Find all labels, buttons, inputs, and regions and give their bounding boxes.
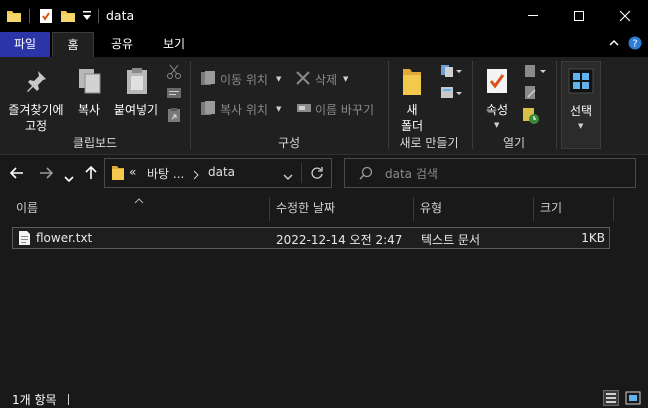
file-size: 1KB bbox=[581, 231, 605, 245]
open-group-label: 열기 bbox=[502, 136, 526, 150]
close-button[interactable] bbox=[602, 0, 648, 32]
pin-icon bbox=[24, 69, 48, 96]
properties-button[interactable]: 속성 ▼ bbox=[476, 61, 518, 131]
status-bar: 1개 항목 bbox=[0, 388, 648, 408]
new-folder-label-2: 폴더 bbox=[400, 119, 424, 133]
minimize-button[interactable] bbox=[510, 0, 556, 32]
tab-home[interactable]: 홈 bbox=[52, 32, 94, 58]
open-icon[interactable] bbox=[524, 64, 546, 81]
rename-icon bbox=[296, 102, 312, 117]
column-name[interactable]: 이름 bbox=[16, 197, 266, 221]
move-to-icon bbox=[200, 70, 216, 89]
tab-share[interactable]: 공유 bbox=[102, 32, 142, 57]
easy-access-icon[interactable] bbox=[440, 86, 462, 103]
history-icon[interactable] bbox=[522, 107, 540, 128]
move-to-label: 이동 위치 bbox=[220, 73, 268, 87]
address-overflow[interactable]: « bbox=[129, 165, 136, 179]
file-name: flower.txt bbox=[36, 231, 93, 245]
collapse-ribbon-icon[interactable] bbox=[608, 37, 620, 52]
paste-icon bbox=[125, 67, 149, 98]
select-grid-icon bbox=[568, 68, 594, 97]
title-bar: data bbox=[0, 0, 648, 32]
copy-to-icon bbox=[200, 100, 216, 119]
file-modified: 2022-12-14 오전 2:47 bbox=[276, 233, 403, 247]
ribbon-tabs: 파일 홈 공유 보기 ? bbox=[0, 32, 648, 58]
text-file-icon bbox=[18, 230, 31, 249]
new-folder-label-1: 새 bbox=[406, 103, 418, 117]
delete-icon bbox=[296, 71, 310, 88]
new-item-icon[interactable] bbox=[440, 64, 462, 81]
breadcrumb-data[interactable]: data bbox=[208, 165, 235, 179]
select-label: 선택 bbox=[569, 104, 593, 118]
paste-label: 붙여넣기 bbox=[113, 103, 159, 117]
pin-label-2: 고정 bbox=[24, 119, 48, 133]
address-bar[interactable]: « 바탕 ... data bbox=[104, 158, 332, 188]
new-folder-icon[interactable] bbox=[60, 8, 76, 27]
edit-icon[interactable] bbox=[524, 85, 538, 104]
delete-button[interactable]: 삭제 ▼ bbox=[294, 69, 356, 89]
cut-icon[interactable] bbox=[166, 64, 182, 83]
details-view-icon[interactable] bbox=[603, 390, 619, 406]
item-count: 1개 항목 bbox=[12, 393, 57, 407]
copy-button[interactable]: 복사 bbox=[72, 61, 106, 119]
file-type: 텍스트 문서 bbox=[421, 233, 481, 247]
customize-toolbar-icon[interactable] bbox=[82, 10, 92, 25]
pin-to-quick-access-button[interactable]: 즐겨찾기에 고정 bbox=[2, 61, 68, 133]
search-box[interactable]: data 검색 bbox=[344, 158, 636, 188]
search-placeholder: data 검색 bbox=[385, 167, 438, 181]
address-dropdown-icon[interactable] bbox=[283, 170, 293, 184]
recent-locations-icon[interactable] bbox=[64, 168, 74, 187]
breadcrumb-separator-icon bbox=[193, 169, 199, 183]
new-group-label: 새로 만들기 bbox=[399, 136, 459, 150]
column-type[interactable]: 유형 bbox=[420, 197, 530, 221]
rename-label: 이름 바꾸기 bbox=[315, 103, 375, 117]
folder-icon bbox=[6, 8, 22, 27]
copy-to-button[interactable]: 복사 위치 ▼ bbox=[198, 99, 288, 119]
properties-check-icon[interactable] bbox=[38, 8, 54, 27]
file-row[interactable]: flower.txt 2022-12-14 오전 2:47 텍스트 문서 1KB bbox=[12, 227, 610, 249]
ribbon: 즐겨찾기에 고정 복사 붙여넣기 클립보드 이동 위치 ▼ 복사 위치 ▼ 삭제… bbox=[0, 57, 648, 155]
copy-icon bbox=[77, 67, 103, 98]
search-icon bbox=[359, 166, 373, 183]
organize-group-label: 구성 bbox=[277, 136, 301, 150]
help-icon[interactable]: ? bbox=[628, 36, 642, 53]
properties-label: 속성 bbox=[485, 103, 509, 117]
paste-button[interactable]: 붙여넣기 bbox=[110, 61, 162, 119]
paste-shortcut-icon[interactable] bbox=[166, 107, 182, 126]
select-button[interactable]: 선택 ▼ bbox=[561, 61, 601, 149]
svg-text:?: ? bbox=[632, 39, 637, 50]
rename-button[interactable]: 이름 바꾸기 bbox=[294, 99, 384, 119]
breadcrumb-desktop[interactable]: 바탕 ... bbox=[147, 165, 184, 182]
clipboard-group-label: 클립보드 bbox=[72, 136, 118, 150]
copy-path-icon[interactable] bbox=[166, 86, 182, 103]
new-folder-button[interactable]: 새 폴더 bbox=[392, 61, 432, 133]
properties-icon bbox=[485, 67, 509, 98]
new-folder-large-icon bbox=[401, 67, 423, 100]
up-icon[interactable] bbox=[83, 165, 99, 185]
pin-label-1: 즐겨찾기에 bbox=[8, 103, 64, 117]
tab-view[interactable]: 보기 bbox=[154, 32, 194, 57]
move-to-button[interactable]: 이동 위치 ▼ bbox=[198, 69, 288, 89]
address-folder-icon bbox=[111, 165, 125, 184]
large-icons-view-icon[interactable] bbox=[625, 391, 641, 408]
column-size[interactable]: 크기 bbox=[540, 197, 610, 221]
column-modified[interactable]: 수정한 날짜 bbox=[276, 197, 410, 221]
window-title: data bbox=[106, 8, 135, 23]
back-icon[interactable] bbox=[9, 165, 25, 185]
tab-file[interactable]: 파일 bbox=[0, 32, 50, 57]
copy-to-label: 복사 위치 bbox=[220, 103, 268, 117]
delete-label: 삭제 bbox=[315, 73, 338, 87]
forward-icon[interactable] bbox=[38, 165, 54, 185]
copy-label: 복사 bbox=[77, 103, 101, 117]
refresh-icon[interactable] bbox=[310, 166, 324, 183]
maximize-button[interactable] bbox=[556, 0, 602, 32]
